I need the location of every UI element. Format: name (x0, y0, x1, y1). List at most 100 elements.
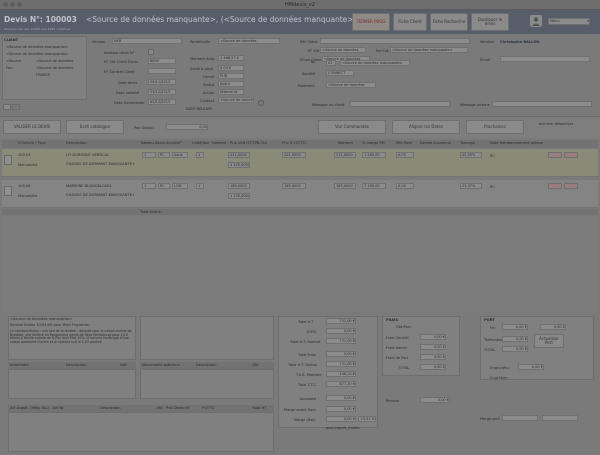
frais-admin-field[interactable]: 0,00 € (420, 344, 446, 350)
tab-2[interactable] (12, 104, 20, 110)
row-pv[interactable]: 221,0000 (282, 152, 306, 158)
row-delete-button[interactable] (548, 152, 562, 158)
engt-field[interactable]: 0,00 € (518, 364, 544, 370)
row-montant[interactable]: 185,0000 (334, 183, 356, 189)
row-edit-button[interactable] (564, 152, 578, 158)
action-field[interactable]: Attente bt (218, 89, 244, 95)
frn-field[interactable]: 0,00 € (502, 324, 528, 330)
row-pu-2[interactable]: 1 125,0000 (228, 162, 250, 168)
row-date: RC (490, 154, 495, 158)
row-pu[interactable]: 185,0000 (228, 183, 250, 189)
no-client-field[interactable]: 8890 (148, 58, 176, 64)
solde-field[interactable]: 0,00 € (218, 65, 244, 71)
col-header: Qté (156, 406, 163, 410)
ttc-field[interactable]: 877,20 € (326, 381, 356, 387)
row-tonnage[interactable]: 22,55% (460, 152, 482, 158)
montant-field[interactable]: 1 468,57 € (218, 55, 244, 61)
col-header: Mtt. Reel (396, 141, 412, 145)
menu-select[interactable]: Menu ▾ (548, 18, 590, 25)
marge-field[interactable]: 0,00 € (326, 406, 356, 412)
valider-devis-button[interactable]: VALIDER LE DEVIS (3, 120, 61, 134)
tva-field[interactable]: 146,20 € (326, 371, 356, 377)
row-montant[interactable]: 221,0000 (334, 152, 356, 158)
statut-field[interactable]: Avant (218, 81, 244, 87)
remise-field[interactable]: 0,00 € (420, 397, 450, 403)
tel-field[interactable]: 02 (326, 60, 336, 66)
tab-1[interactable] (3, 104, 11, 110)
fiche-client-button[interactable]: Fiche Client (393, 13, 427, 31)
marge-sect-field[interactable] (502, 415, 538, 421)
row-marge[interactable]: 1 260,00 (362, 152, 386, 158)
aligner-dates-button[interactable]: Aligner les Dates (392, 120, 460, 134)
paiement-field[interactable]: <Source de données (326, 82, 376, 88)
obs-label: Message au client (312, 103, 345, 107)
prochaines-button[interactable]: Prochaines (466, 120, 524, 134)
date-commande-field[interactable]: 05/12/2013 (148, 99, 176, 105)
total-ht-global-field[interactable]: 731,00 € (326, 361, 356, 367)
row-qty[interactable]: 1 (142, 183, 156, 189)
row-unit[interactable]: PC (158, 183, 170, 189)
actualiser-port-button[interactable]: Actualiser Port (534, 334, 564, 348)
archiver-label[interactable]: Archiver désactiver (536, 122, 576, 126)
row-pu-2[interactable]: 1 250,0000 (228, 193, 250, 199)
fermer-prog-button[interactable]: FERMER PROG (352, 13, 390, 31)
row-unit-type[interactable]: Sans (172, 152, 188, 158)
adresse-lookup-button[interactable] (148, 49, 154, 55)
frais-port-field[interactable]: 0,00 € (420, 354, 446, 360)
client-fax: Fax : (6, 66, 15, 70)
date-validite-field[interactable]: 29/12/2013 (148, 89, 176, 95)
obs-field[interactable] (350, 101, 450, 107)
prix-ht-field[interactable]: 731,00 € (326, 318, 356, 324)
forme-field[interactable]: EUB (218, 73, 244, 79)
message-field[interactable] (492, 101, 592, 107)
voir-commandes-button[interactable]: Voir Commandes (318, 120, 386, 134)
user-icon[interactable] (530, 15, 542, 27)
email-field[interactable] (500, 56, 590, 62)
row-pu[interactable]: 221,0000 (228, 152, 250, 158)
dupliquer-devis-button[interactable]: Dupliquer le devis (471, 13, 509, 31)
version-select[interactable]: NEB (112, 38, 182, 44)
row-reel[interactable]: 0,00 (396, 183, 414, 189)
row-pv[interactable]: 185,0000 (282, 183, 306, 189)
row-delete-button[interactable] (548, 183, 562, 189)
row-marge[interactable]: 1 195,00 (362, 183, 386, 189)
calendar-icon[interactable] (258, 100, 264, 106)
port-field[interactable]: 0,00 € (420, 334, 446, 340)
pax-field[interactable]: 0,00 (166, 124, 208, 130)
notes-long: Le montant Bulles : une lien de la fenêt… (10, 329, 132, 344)
col-header: Tonnage (460, 141, 476, 145)
ref-client-field[interactable] (320, 38, 470, 44)
adr-liv-field[interactable]: <Source de données (320, 47, 366, 53)
port-total-field[interactable]: 0,00 € (502, 346, 528, 352)
ajouter-catalogue-button[interactable]: Ecrit catalogue (66, 120, 124, 134)
pct-field[interactable]: 0,00 € (326, 328, 356, 334)
contact-field[interactable]: <Source de données (218, 97, 254, 103)
total-frais-field[interactable]: 0,00 € (326, 351, 356, 357)
row-qty[interactable]: 1 (142, 152, 156, 158)
row-nombre[interactable]: 1 (196, 183, 204, 189)
total-ht-remise-field[interactable]: 731,00 € (326, 338, 356, 344)
marge-sect-field-2[interactable] (542, 415, 578, 421)
adr-fact-field[interactable]: <Source de données manquante> (390, 47, 468, 53)
frais-total-field[interactable]: 0,00 € (420, 364, 446, 370)
cout-field[interactable]: 0,00 € (502, 336, 528, 342)
row-arrow-icon[interactable] (4, 155, 12, 165)
date-devis-field[interactable]: 29/11/2013 (148, 79, 176, 85)
porteur-field[interactable]: <Source de données (218, 38, 280, 44)
marge2-field[interactable]: 0,00 € (326, 416, 356, 422)
fiche-recherche-button[interactable]: Fiche Recherche (430, 13, 468, 31)
row-nombre[interactable]: 1 (196, 152, 204, 158)
no-facture-field[interactable] (148, 68, 176, 74)
row-reel[interactable]: 0,00 (396, 152, 414, 158)
row-unit[interactable]: PC (158, 152, 170, 158)
societe-field[interactable]: CONNECT (326, 70, 354, 76)
marge3-field[interactable]: 23,51 % (358, 416, 376, 422)
tel-field-2[interactable]: <Source de données manquante> (340, 60, 410, 66)
row-edit-button[interactable] (564, 183, 578, 189)
row-arrow-icon[interactable] (4, 186, 12, 196)
notes-panel-2 (140, 316, 274, 360)
row-unit-type[interactable]: LOR (172, 183, 188, 189)
frn-field-2[interactable]: 0,00 € (540, 324, 566, 330)
acompte-field[interactable]: 0,00 € (326, 395, 356, 401)
row-tonnage[interactable]: 21,37% (460, 183, 482, 189)
